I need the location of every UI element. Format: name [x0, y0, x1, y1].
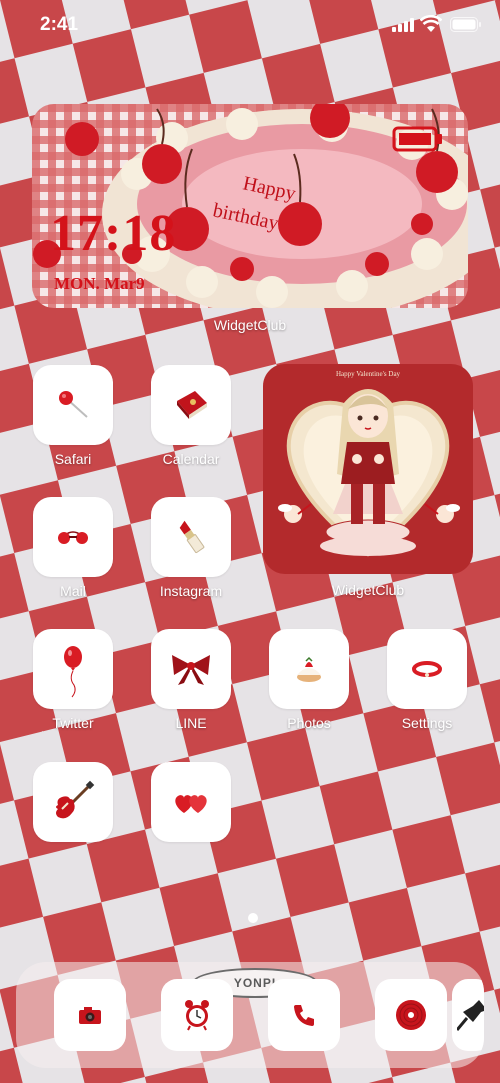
svg-text:Happy Valentine's Day: Happy Valentine's Day: [336, 370, 401, 378]
wifi-icon: [420, 15, 442, 32]
app-label: Mail: [60, 583, 86, 599]
electric-guitar-icon: [56, 780, 95, 819]
app-mail[interactable]: Mail: [33, 497, 113, 599]
red-bow-icon: [172, 655, 210, 685]
dock-app-phone[interactable]: [268, 979, 340, 1051]
page-indicator-dot[interactable]: [248, 913, 258, 923]
app-safari[interactable]: Safari: [33, 365, 113, 467]
app-calendar[interactable]: Calendar: [151, 365, 231, 467]
push-pin-icon: [457, 1000, 484, 1031]
lollipop-icon: [59, 391, 88, 418]
app-settings[interactable]: Settings: [387, 629, 467, 731]
cherry-sunglasses-icon: [58, 531, 88, 544]
dock-app-camera[interactable]: [54, 979, 126, 1051]
dock-app-partial[interactable]: [452, 979, 484, 1051]
widget-art-caption: WidgetClub: [331, 582, 405, 598]
battery-icon: [450, 17, 481, 32]
illustration-widget[interactable]: Happy Valentine's Day: [263, 364, 473, 574]
widget-battery-icon: [392, 126, 442, 152]
valentine-girl-illustration: Happy Valentine's Day: [263, 364, 473, 574]
dock-app-music[interactable]: [375, 979, 447, 1051]
status-time: 2:41: [40, 14, 79, 35]
app-hearts[interactable]: [151, 762, 231, 842]
cellular-signal-icon: [392, 18, 414, 32]
telephone-icon: [294, 1005, 314, 1026]
dock-app-clock[interactable]: [161, 979, 233, 1051]
app-label: Instagram: [159, 583, 223, 599]
app-label: Safari: [54, 451, 92, 467]
widget-clock-date: MON. Mar9: [54, 274, 145, 293]
app-instagram[interactable]: Instagram: [151, 497, 231, 599]
app-guitar[interactable]: [33, 762, 113, 842]
lipstick-icon: [179, 520, 205, 554]
app-label: Settings: [401, 715, 453, 731]
alarm-clock-icon: [185, 1000, 209, 1031]
vinyl-record-icon: [396, 1000, 426, 1030]
widget-top-caption: WidgetClub: [213, 317, 287, 333]
red-book-icon: [177, 391, 207, 419]
heart-cookies-icon: [175, 795, 207, 813]
clock-photo-widget[interactable]: Happy birthday 17:18 MON. Mar9: [32, 104, 468, 308]
app-line[interactable]: LINE: [151, 629, 231, 731]
app-twitter[interactable]: Twitter: [33, 629, 113, 731]
red-balloon-icon: [64, 646, 82, 698]
app-label: Calendar: [162, 451, 220, 467]
dock: YONPI: [16, 962, 484, 1068]
app-label: LINE: [175, 715, 207, 731]
red-camera-icon: [79, 1007, 101, 1024]
status-bar: 2:41: [0, 0, 500, 50]
app-label: Photos: [287, 715, 331, 731]
widget-clock-time: 17:18: [50, 205, 177, 262]
strawberry-cake-icon: [297, 656, 321, 682]
app-label: Twitter: [52, 715, 94, 731]
red-bracelet-icon: [412, 661, 442, 677]
app-photos[interactable]: Photos: [269, 629, 349, 731]
